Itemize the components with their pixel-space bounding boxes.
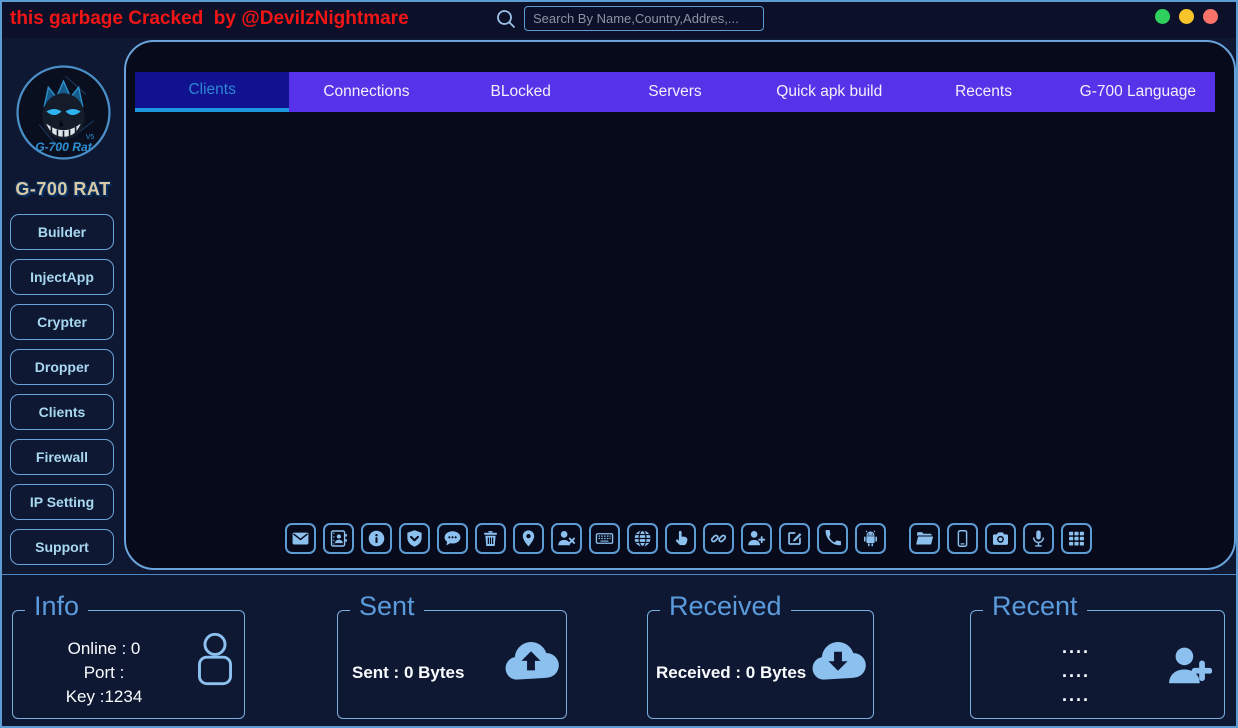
cloud-download-icon [809,637,867,683]
recent-line: .... [971,635,1181,659]
files-icon[interactable] [909,523,940,554]
tab-clients[interactable]: Clients [135,72,289,112]
main-panel: ClientsConnectionsBLockedServersQuick ap… [124,40,1236,570]
search-area [494,6,764,31]
window-title: this garbage Cracked by @DevilzNightmare [10,8,409,30]
cloud-upload-icon [502,637,560,683]
tap-icon[interactable] [665,523,696,554]
traffic-light-red[interactable] [1203,9,1218,24]
user-add-icon [1166,643,1212,689]
remove-user-icon[interactable] [551,523,582,554]
sidebar-item-dropper[interactable]: Dropper [10,349,114,385]
sent-legend: Sent [350,591,424,621]
info-line: Key :1234 [19,685,189,709]
sidebar-item-builder[interactable]: Builder [10,214,114,250]
keyboard-icon[interactable] [589,523,620,554]
sidebar: Builder InjectApp Crypter Dropper Clients Fir… [10,214,114,565]
world-icon[interactable] [627,523,658,554]
svg-text:G-700 Rat: G-700 Rat [35,140,92,154]
apps-icon[interactable] [1061,523,1092,554]
received-legend: Received [660,591,791,621]
sms-icon[interactable] [437,523,468,554]
contacts-icon[interactable] [323,523,354,554]
window-controls [1155,9,1218,24]
info-panel: Info Online : 0Port :Key :1234 [12,610,245,719]
link-icon[interactable] [703,523,734,554]
device-icon[interactable] [947,523,978,554]
mail-icon[interactable] [285,523,316,554]
received-value: Received : 0 Bytes [656,663,806,683]
delete-icon[interactable] [475,523,506,554]
call-icon[interactable] [817,523,848,554]
mic-icon[interactable] [1023,523,1054,554]
traffic-light-green[interactable] [1155,9,1170,24]
sidebar-item-ip-setting[interactable]: IP Setting [10,484,114,520]
sidebar-item-clients[interactable]: Clients [10,394,114,430]
sidebar-item-injectapp[interactable]: InjectApp [10,259,114,295]
footer-divider [2,574,1236,575]
app-name: G-700 RAT [2,179,124,200]
titlebar: this garbage Cracked by @DevilzNightmare [2,2,1236,38]
location-icon[interactable] [513,523,544,554]
recent-values: ............ [971,635,1181,707]
sidebar-item-firewall[interactable]: Firewall [10,439,114,475]
traffic-light-yellow[interactable] [1179,9,1194,24]
shield-icon[interactable] [399,523,430,554]
tab-g-700-language[interactable]: G-700 Language [1061,72,1215,112]
client-actions-toolbar [285,523,1092,554]
info-values: Online : 0Port :Key :1234 [19,637,189,709]
tab-servers[interactable]: Servers [598,72,752,112]
search-icon [494,7,518,31]
tab-recents[interactable]: Recents [906,72,1060,112]
sent-value: Sent : 0 Bytes [352,663,464,683]
info-legend: Info [25,591,88,621]
recent-legend: Recent [983,591,1087,621]
app-logo: G-700 Rat V5 [15,64,112,161]
android-icon[interactable] [855,523,886,554]
camera-icon[interactable] [985,523,1016,554]
search-input[interactable] [524,6,764,31]
add-user-icon[interactable] [741,523,772,554]
recent-line: .... [971,659,1181,683]
recent-line: .... [971,683,1181,707]
svg-text:V5: V5 [86,134,95,141]
user-outline-icon [194,629,236,689]
tab-bar: ClientsConnectionsBLockedServersQuick ap… [135,72,1215,112]
info-icon[interactable] [361,523,392,554]
sent-panel: Sent Sent : 0 Bytes [337,610,567,719]
edit-icon[interactable] [779,523,810,554]
sidebar-item-crypter[interactable]: Crypter [10,304,114,340]
tab-connections[interactable]: Connections [289,72,443,112]
tab-quick-apk-build[interactable]: Quick apk build [752,72,906,112]
received-panel: Received Received : 0 Bytes [647,610,874,719]
recent-panel: Recent ............ [970,610,1225,719]
app-window: this garbage Cracked by @DevilzNightmare… [0,0,1238,728]
sidebar-item-support[interactable]: Support [10,529,114,565]
info-line: Port : [19,661,189,685]
tab-blocked[interactable]: BLocked [444,72,598,112]
info-line: Online : 0 [19,637,189,661]
